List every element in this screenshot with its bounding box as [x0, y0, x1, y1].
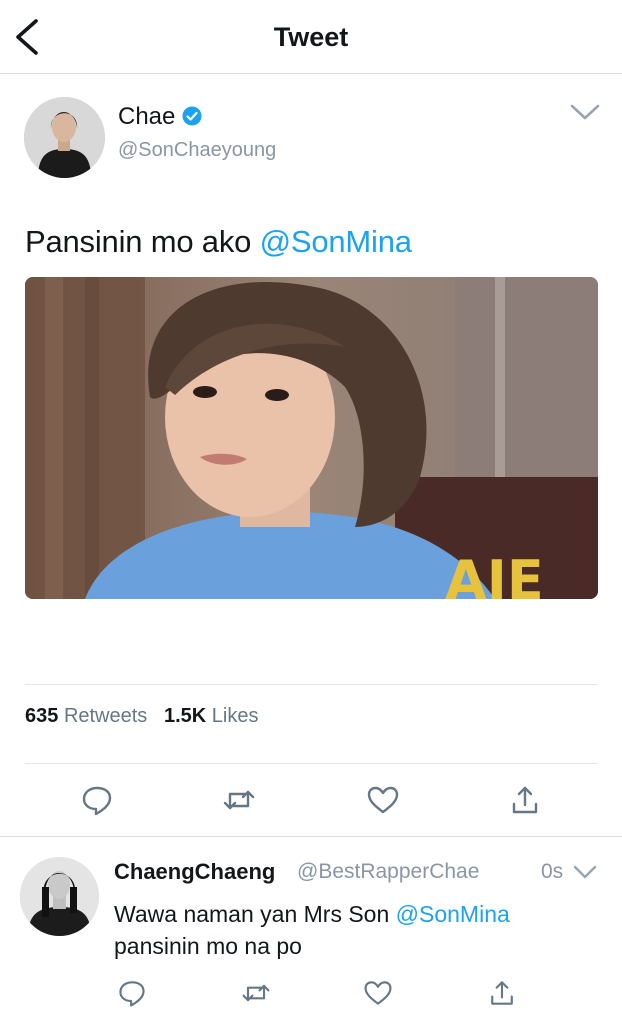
reply-button[interactable]	[79, 782, 115, 818]
like-button[interactable]	[365, 782, 401, 818]
retweets-count[interactable]: 635	[25, 705, 58, 727]
reply-text-continuation: pansinin mo na po	[114, 933, 302, 959]
author-name[interactable]: Chae	[118, 103, 175, 131]
share-button[interactable]	[507, 782, 543, 818]
reply-more-options-button[interactable]	[572, 862, 598, 882]
reply-share-button[interactable]	[486, 977, 518, 1009]
reply-icon	[119, 981, 145, 1007]
author-handle[interactable]: @SonChaeyoung	[118, 139, 276, 162]
reply-text: Wawa naman yan Mrs Son @SonMina pansinin…	[114, 898, 604, 962]
reply-author-handle[interactable]: @BestRapperChae	[297, 860, 479, 884]
likes-label[interactable]: Likes	[212, 705, 259, 727]
mention-link[interactable]: @SonMina	[260, 224, 412, 259]
divider	[25, 684, 598, 685]
tweet-text-body: Pansinin mo ako	[25, 224, 252, 259]
heart-icon	[364, 981, 392, 1005]
reply-avatar[interactable]	[20, 857, 99, 936]
reply-mention-link[interactable]: @SonMina	[396, 901, 510, 927]
share-icon	[512, 786, 538, 814]
retweet-icon	[242, 984, 270, 1002]
reply-timestamp: 0s	[541, 860, 564, 883]
reply-text-body: Wawa naman yan Mrs Son	[114, 901, 390, 927]
navigation-bar: Tweet	[0, 0, 622, 74]
retweet-icon	[223, 790, 255, 810]
divider	[25, 763, 598, 764]
avatar[interactable]	[24, 97, 105, 178]
chevron-down-icon	[573, 865, 597, 879]
tweet-text: Pansinin mo ako @SonMina	[25, 224, 412, 260]
tweet-stats: 635 Retweets 1.5K Likes	[25, 705, 259, 728]
svg-text:AIE: AIE	[445, 549, 544, 599]
verified-badge-icon	[182, 106, 202, 126]
page-title: Tweet	[273, 22, 349, 52]
retweets-label[interactable]: Retweets	[64, 705, 147, 727]
reply-retweet-button[interactable]	[240, 977, 272, 1009]
chevron-down-icon	[570, 104, 600, 120]
section-divider	[0, 836, 622, 837]
retweet-button[interactable]	[221, 782, 257, 818]
likes-count[interactable]: 1.5K	[164, 705, 206, 727]
reply-reply-button[interactable]	[116, 977, 148, 1009]
tweet-media-image[interactable]: AIE	[25, 277, 598, 599]
more-options-button[interactable]	[568, 99, 602, 125]
reply-icon	[82, 786, 112, 816]
heart-icon	[367, 786, 399, 814]
reply-author-name[interactable]: ChaengChaeng	[114, 859, 275, 885]
reply-like-button[interactable]	[362, 977, 394, 1009]
share-icon	[491, 981, 513, 1005]
tweet-detail-screen: Tweet Chae @SonChaeyoung Pansinin mo ako…	[0, 0, 622, 1024]
